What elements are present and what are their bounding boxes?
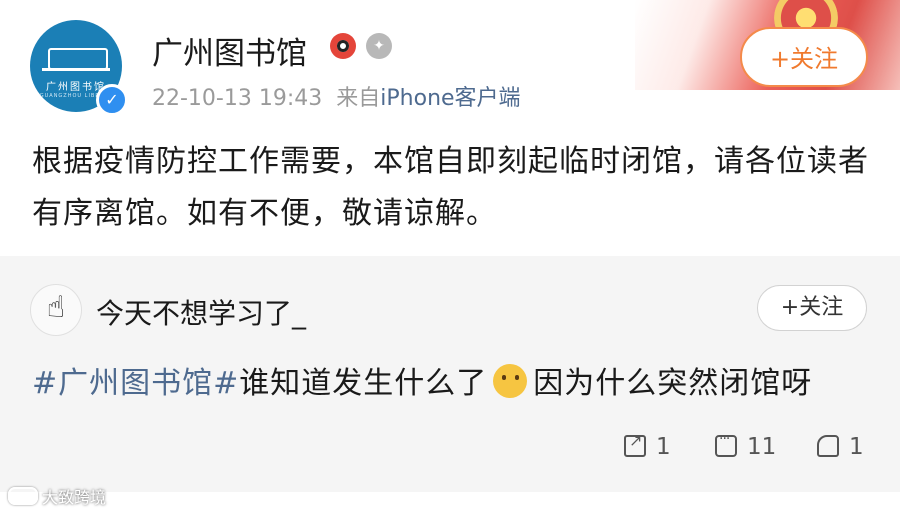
- thumbs-up-icon: [817, 435, 839, 457]
- thinking-face-icon: [493, 364, 528, 398]
- hand-icon: ☝: [46, 290, 66, 325]
- comment-icon: [715, 431, 737, 457]
- original-post: 广州图书馆 GUANGZHOU LIBRARY ✓ 广州图书馆 ✦ 22-10-…: [0, 0, 900, 256]
- repost-follow-button[interactable]: +关注: [757, 285, 867, 331]
- repost-author-avatar[interactable]: ☝: [30, 284, 82, 336]
- watermark: 大致跨境: [8, 484, 106, 508]
- weibo-badge-icon: [330, 33, 356, 59]
- repost-text: #广州图书馆#谁知道发生什么了 因为什么突然闭馆呀: [32, 358, 812, 402]
- verified-icon: ✓: [96, 84, 128, 116]
- source-prefix: 来自: [336, 86, 381, 111]
- follow-button[interactable]: +关注: [740, 27, 868, 87]
- medal-badge-icon: ✦: [366, 33, 392, 59]
- share-icon: [624, 431, 646, 457]
- author-name[interactable]: 广州图书馆: [152, 28, 307, 73]
- share-button[interactable]: 1: [624, 431, 671, 460]
- watermark-logo-icon: [8, 487, 38, 505]
- post-timestamp: 22-10-13 19:43: [152, 86, 323, 111]
- repost-text-part1: 谁知道发生什么了: [239, 366, 488, 401]
- repost-card[interactable]: ☝ 今天不想学习了_ +关注 #广州图书馆#谁知道发生什么了 因为什么突然闭馆呀 …: [0, 256, 900, 492]
- share-count: 1: [656, 434, 671, 460]
- repost-author-name[interactable]: 今天不想学习了_: [96, 292, 306, 332]
- like-count: 1: [849, 434, 864, 460]
- watermark-text: 大致跨境: [42, 488, 107, 507]
- library-building-icon: [48, 48, 108, 70]
- hashtag-link[interactable]: #广州图书馆#: [32, 366, 239, 401]
- post-meta: 22-10-13 19:43 来自iPhone客户端: [152, 80, 521, 112]
- comment-button[interactable]: 11: [715, 431, 777, 460]
- comment-count: 11: [747, 434, 777, 460]
- post-body: 根据疫情防控工作需要，本馆自即刻起临时闭馆，请各位读者有序离馆。如有不便，敬请谅…: [32, 144, 869, 231]
- like-button[interactable]: 1: [817, 434, 864, 460]
- repost-text-part2: 因为什么突然闭馆呀: [533, 366, 813, 401]
- post-source[interactable]: iPhone客户端: [380, 86, 520, 111]
